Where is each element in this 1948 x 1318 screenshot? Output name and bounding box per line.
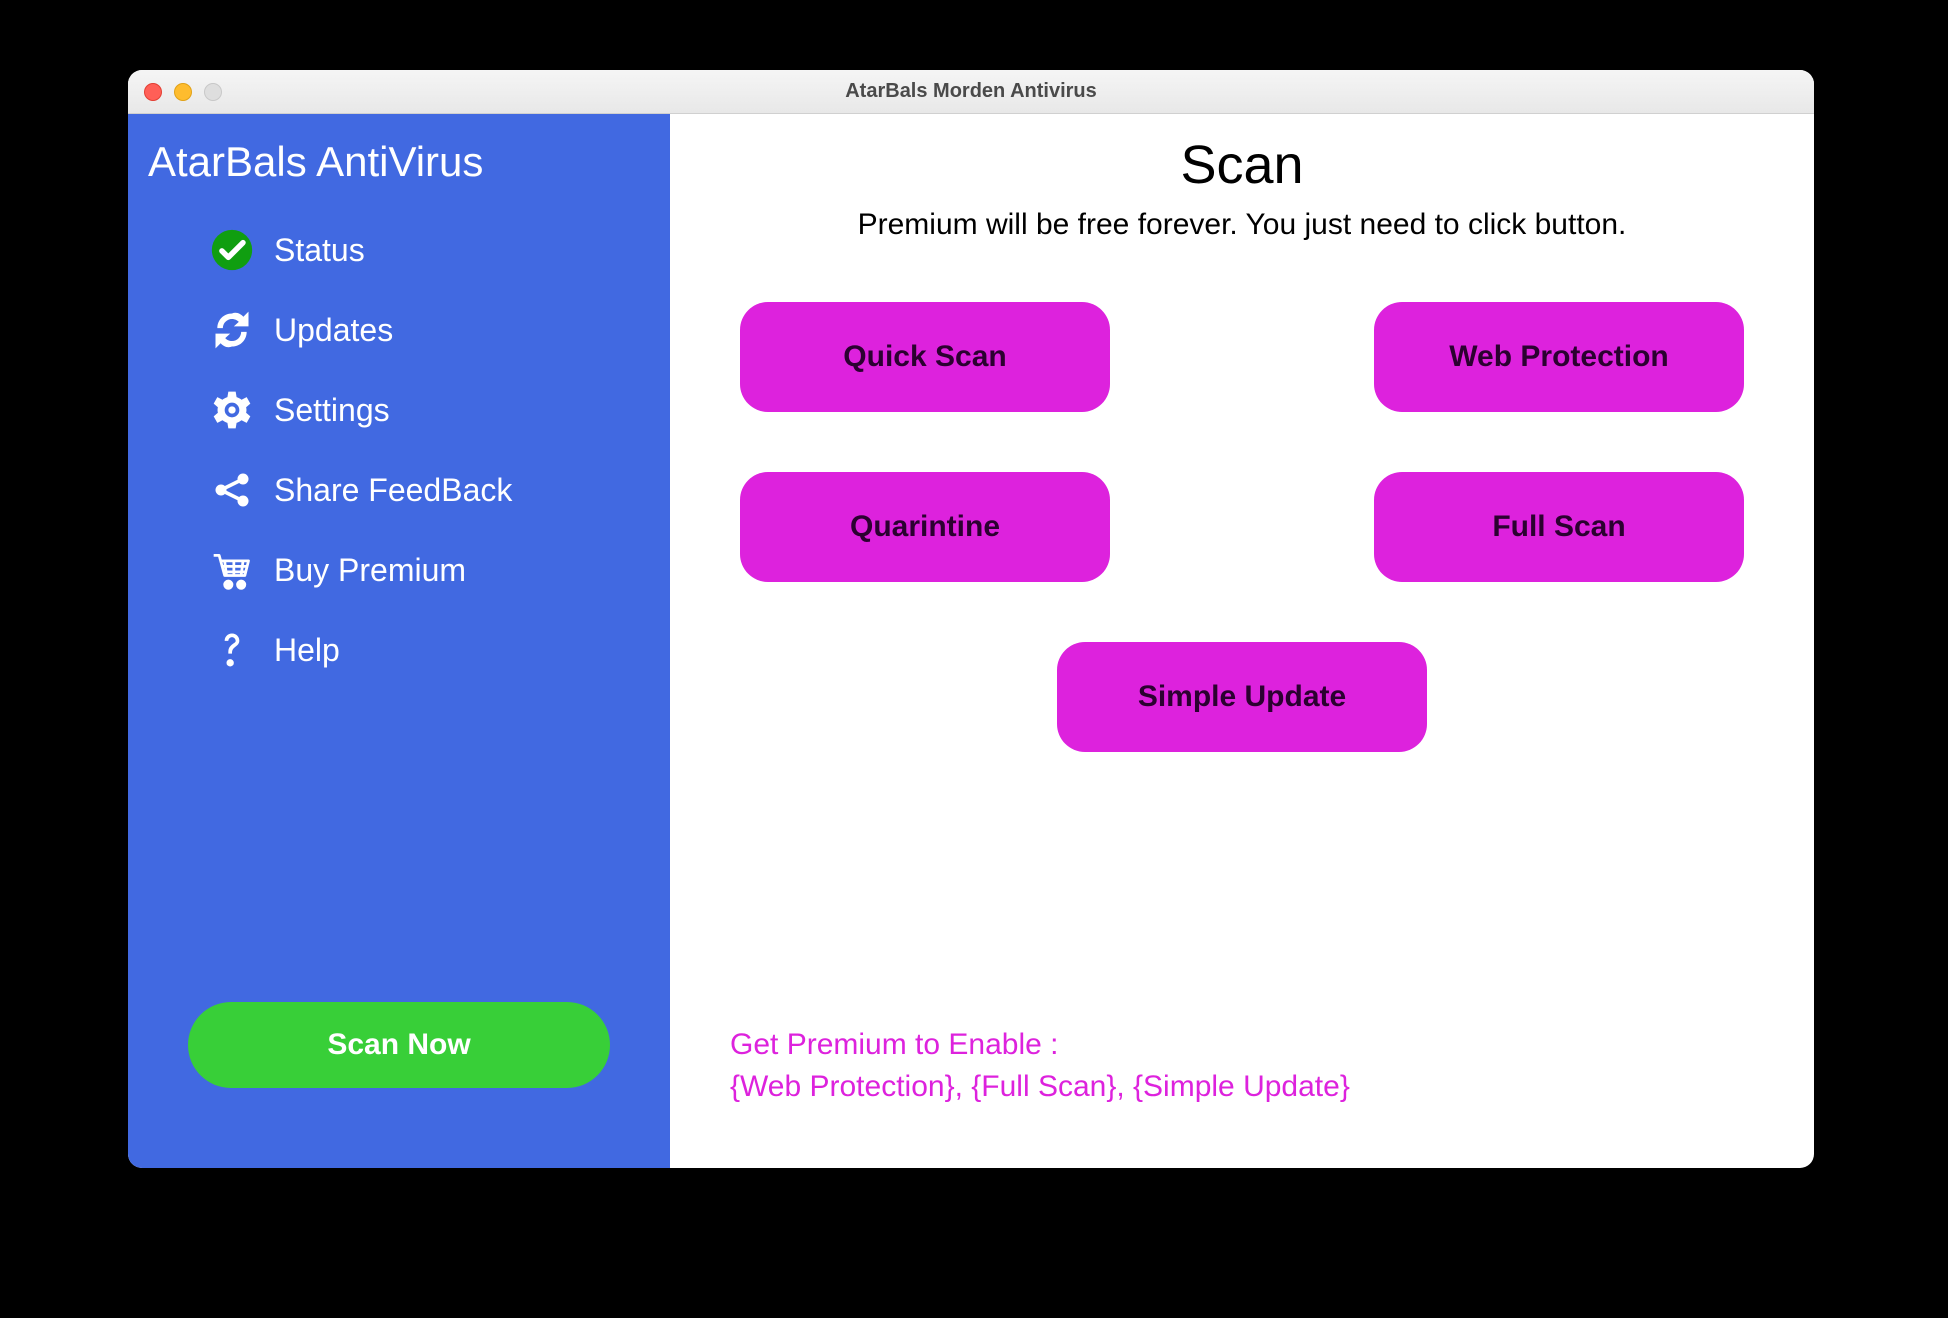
- cart-icon: [208, 546, 256, 594]
- scan-now-container: Scan Now: [128, 970, 670, 1152]
- titlebar[interactable]: AtarBals Morden Antivirus: [128, 70, 1814, 114]
- check-circle-icon: [208, 226, 256, 274]
- app-window: AtarBals Morden Antivirus AtarBals AntiV…: [128, 70, 1814, 1168]
- close-window-button[interactable]: [144, 83, 162, 101]
- sidebar-item-status[interactable]: Status: [128, 210, 670, 290]
- full-scan-button[interactable]: Full Scan: [1374, 472, 1744, 582]
- quick-scan-button[interactable]: Quick Scan: [740, 302, 1110, 412]
- gear-icon: [208, 386, 256, 434]
- share-icon: [208, 466, 256, 514]
- scan-now-button[interactable]: Scan Now: [188, 1002, 610, 1088]
- page-subtitle: Premium will be free forever. You just n…: [730, 208, 1754, 242]
- maximize-window-button[interactable]: [204, 83, 222, 101]
- web-protection-button[interactable]: Web Protection: [1374, 302, 1744, 412]
- sidebar-item-label: Buy Premium: [274, 552, 466, 589]
- button-row-2: Quarintine Full Scan: [730, 472, 1754, 582]
- premium-note-line-1: Get Premium to Enable :: [730, 1024, 1754, 1066]
- sidebar: AtarBals AntiVirus Status Updates Settin…: [128, 114, 670, 1168]
- button-row-3: Simple Update: [730, 642, 1754, 752]
- window-title: AtarBals Morden Antivirus: [128, 80, 1814, 103]
- minimize-window-button[interactable]: [174, 83, 192, 101]
- premium-note: Get Premium to Enable : {Web Protection}…: [730, 1024, 1754, 1128]
- sidebar-item-help[interactable]: Help: [128, 610, 670, 690]
- sidebar-item-label: Share FeedBack: [274, 472, 512, 509]
- simple-update-button[interactable]: Simple Update: [1057, 642, 1427, 752]
- sidebar-item-buy-premium[interactable]: Buy Premium: [128, 530, 670, 610]
- button-row-1: Quick Scan Web Protection: [730, 302, 1754, 412]
- sidebar-item-label: Settings: [274, 392, 390, 429]
- sidebar-item-updates[interactable]: Updates: [128, 290, 670, 370]
- main-panel: Scan Premium will be free forever. You j…: [670, 114, 1814, 1168]
- sidebar-item-label: Help: [274, 632, 340, 669]
- window-controls: [144, 83, 222, 101]
- app-title: AtarBals AntiVirus: [128, 130, 670, 210]
- question-icon: [208, 626, 256, 674]
- refresh-icon: [208, 306, 256, 354]
- page-title: Scan: [730, 134, 1754, 196]
- content-area: AtarBals AntiVirus Status Updates Settin…: [128, 114, 1814, 1168]
- sidebar-item-settings[interactable]: Settings: [128, 370, 670, 450]
- sidebar-item-label: Status: [274, 232, 365, 269]
- sidebar-item-share-feedback[interactable]: Share FeedBack: [128, 450, 670, 530]
- quarantine-button[interactable]: Quarintine: [740, 472, 1110, 582]
- premium-note-line-2: {Web Protection}, {Full Scan}, {Simple U…: [730, 1066, 1754, 1108]
- sidebar-item-label: Updates: [274, 312, 393, 349]
